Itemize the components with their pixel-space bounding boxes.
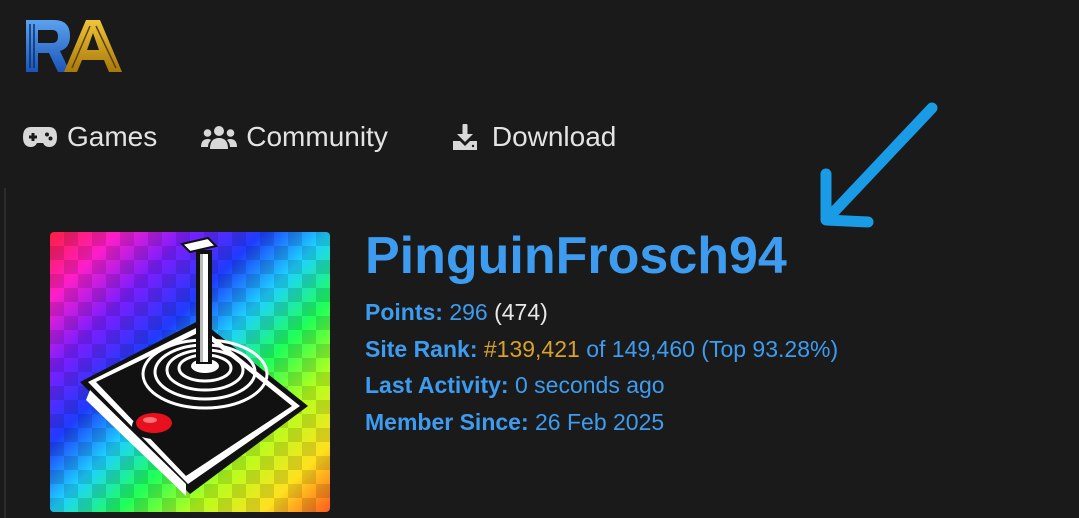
users-icon: [201, 124, 238, 150]
activity-row: Last Activity: 0 seconds ago: [365, 367, 838, 404]
nav-download[interactable]: Download: [432, 121, 617, 153]
main-nav: Games Community Download: [22, 112, 660, 162]
points-extra: (474): [494, 299, 548, 325]
user-avatar[interactable]: [50, 232, 330, 512]
member-row: Member Since: 26 Feb 2025: [365, 404, 838, 441]
nav-community-label: Community: [246, 121, 388, 152]
points-label: Points:: [365, 299, 443, 325]
gamepad-icon: [22, 125, 58, 149]
points-row: Points: 296 (474): [365, 294, 838, 331]
activity-value: 0 seconds ago: [514, 372, 665, 398]
ra-logo[interactable]: [24, 18, 124, 74]
nav-games[interactable]: Games: [22, 121, 157, 153]
page: Games Community Download PinguinFrosch94…: [0, 0, 1079, 518]
rank-of: of 149,460 (Top 93.28%): [586, 335, 839, 362]
nav-download-label: Download: [491, 121, 617, 152]
member-value: 26 Feb 2025: [535, 408, 665, 435]
rank-value: #139,421: [483, 335, 580, 362]
activity-label: Last Activity:: [365, 372, 509, 398]
points-value: 296: [449, 299, 488, 325]
rank-label: Site Rank:: [365, 335, 478, 362]
username[interactable]: PinguinFrosch94: [365, 224, 838, 288]
content-divider: [4, 188, 6, 518]
rank-row: Site Rank: #139,421 of 149,460 (Top 93.2…: [365, 331, 838, 368]
nav-community[interactable]: Community: [201, 121, 388, 153]
arrow-pointer-icon: [820, 102, 938, 228]
download-icon: [452, 123, 478, 151]
member-label: Member Since:: [365, 408, 529, 435]
nav-games-label: Games: [67, 121, 158, 152]
profile-info: PinguinFrosch94 Points: 296 (474) Site R…: [365, 224, 838, 440]
